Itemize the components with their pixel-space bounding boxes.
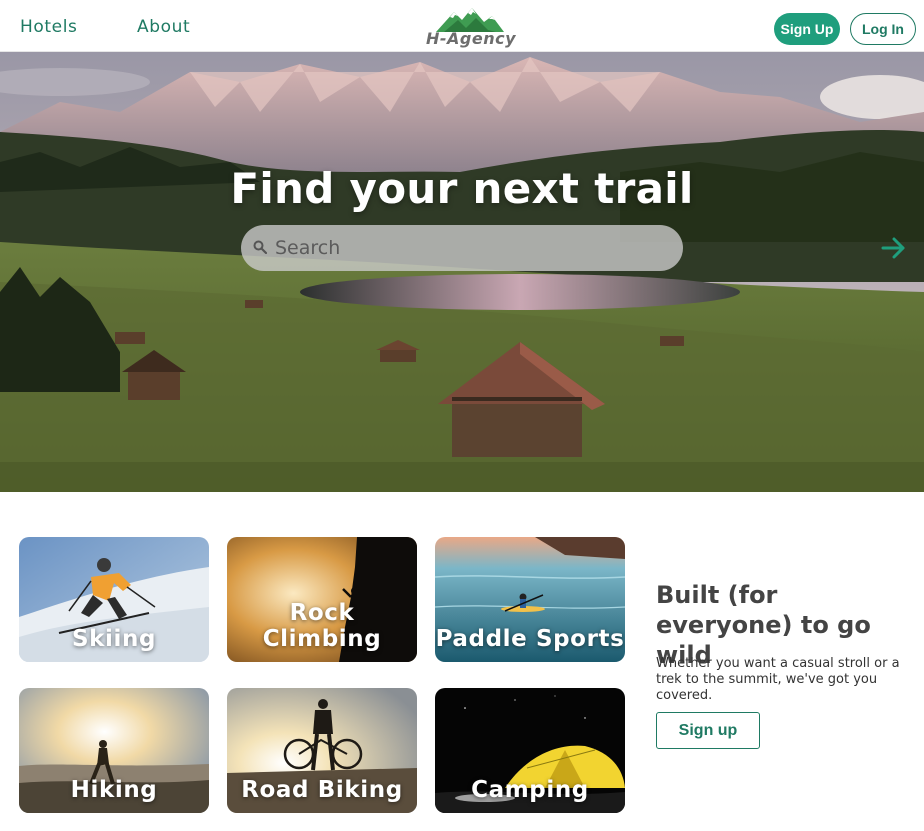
arrow-right-icon xyxy=(881,237,905,259)
activity-card-camping[interactable]: Camping xyxy=(435,688,625,813)
log-in-button[interactable]: Log In xyxy=(850,13,916,45)
search-input[interactable] xyxy=(275,232,615,264)
search-icon xyxy=(253,240,267,254)
activity-card-hiking[interactable]: Hiking xyxy=(19,688,209,813)
nav-link-hotels[interactable]: Hotels xyxy=(20,17,78,37)
activity-card-rock-climbing[interactable]: Rock Climbing xyxy=(227,537,417,662)
logo-text: H-Agency xyxy=(426,29,517,48)
activity-label: Road Biking xyxy=(241,777,403,803)
search-bar[interactable] xyxy=(241,225,905,271)
nav-link-about[interactable]: About xyxy=(137,17,190,37)
activity-label: Hiking xyxy=(70,777,158,803)
activity-card-skiing[interactable]: Skiing xyxy=(19,537,209,662)
activity-label: Paddle Sports xyxy=(435,626,625,652)
hero-landscape-image xyxy=(0,52,924,492)
search-submit-button[interactable] xyxy=(881,225,911,271)
promo-description: Whether you want a casual stroll or a tr… xyxy=(656,656,900,703)
hero-title: Find your next trail xyxy=(230,164,694,213)
sign-up-button[interactable]: Sign Up xyxy=(774,13,840,45)
hero-banner: Find your next trail xyxy=(0,52,924,492)
activity-label: Camping xyxy=(471,777,589,803)
promo-sign-up-button[interactable]: Sign up xyxy=(656,712,760,749)
activity-label: Skiing xyxy=(71,626,157,652)
brand-logo[interactable]: H-Agency xyxy=(422,6,518,50)
activity-card-paddle-sports[interactable]: Paddle Sports xyxy=(435,537,625,662)
activity-card-road-biking[interactable]: Road Biking xyxy=(227,688,417,813)
top-navigation: Hotels About H-Agency Sign Up Log In xyxy=(0,0,924,52)
activity-label: Rock Climbing xyxy=(262,600,382,652)
